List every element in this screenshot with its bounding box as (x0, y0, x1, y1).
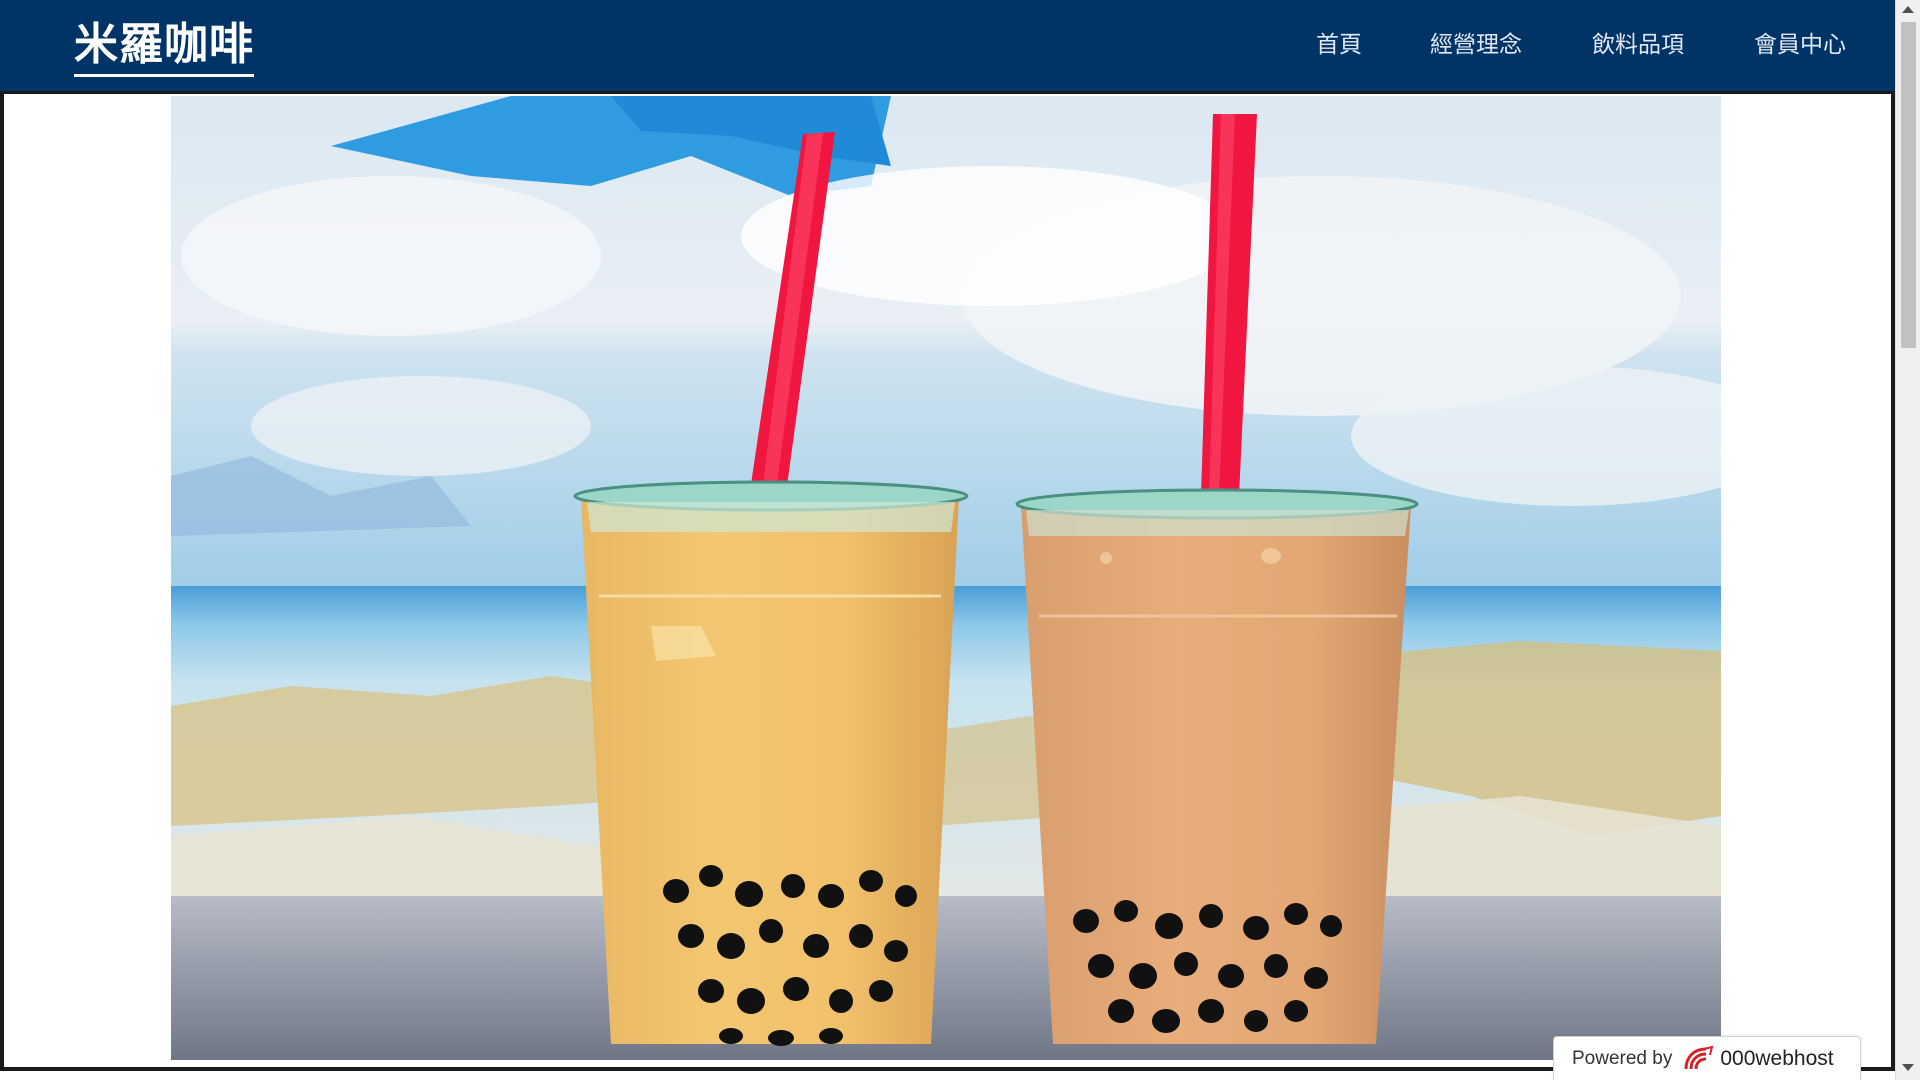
powered-by-label: Powered by (1572, 1047, 1673, 1069)
top-navbar: 米羅咖啡 首頁 經營理念 飲料品項 會員中心 (0, 0, 1895, 91)
scroll-thumb[interactable] (1901, 22, 1916, 348)
page-scrollbar[interactable] (1895, 0, 1920, 1080)
webhost-brand-name: 000webhost (1720, 1046, 1834, 1070)
nav-item-philosophy[interactable]: 經營理念 (1430, 0, 1522, 91)
000webhost-logo-icon (1684, 1045, 1714, 1069)
nav-item-drinks[interactable]: 飲料品項 (1592, 0, 1684, 91)
powered-by-badge[interactable]: Powered by 000webhost (1553, 1036, 1861, 1080)
nav-item-member-center[interactable]: 會員中心 (1754, 0, 1846, 91)
scroll-down-arrow-icon[interactable] (1902, 1064, 1914, 1071)
hero-image (171, 96, 1721, 1060)
brand-logo-link[interactable]: 米羅咖啡 (74, 18, 254, 77)
nav-item-home[interactable]: 首頁 (1316, 0, 1362, 91)
scroll-up-arrow-icon[interactable] (1902, 6, 1914, 13)
